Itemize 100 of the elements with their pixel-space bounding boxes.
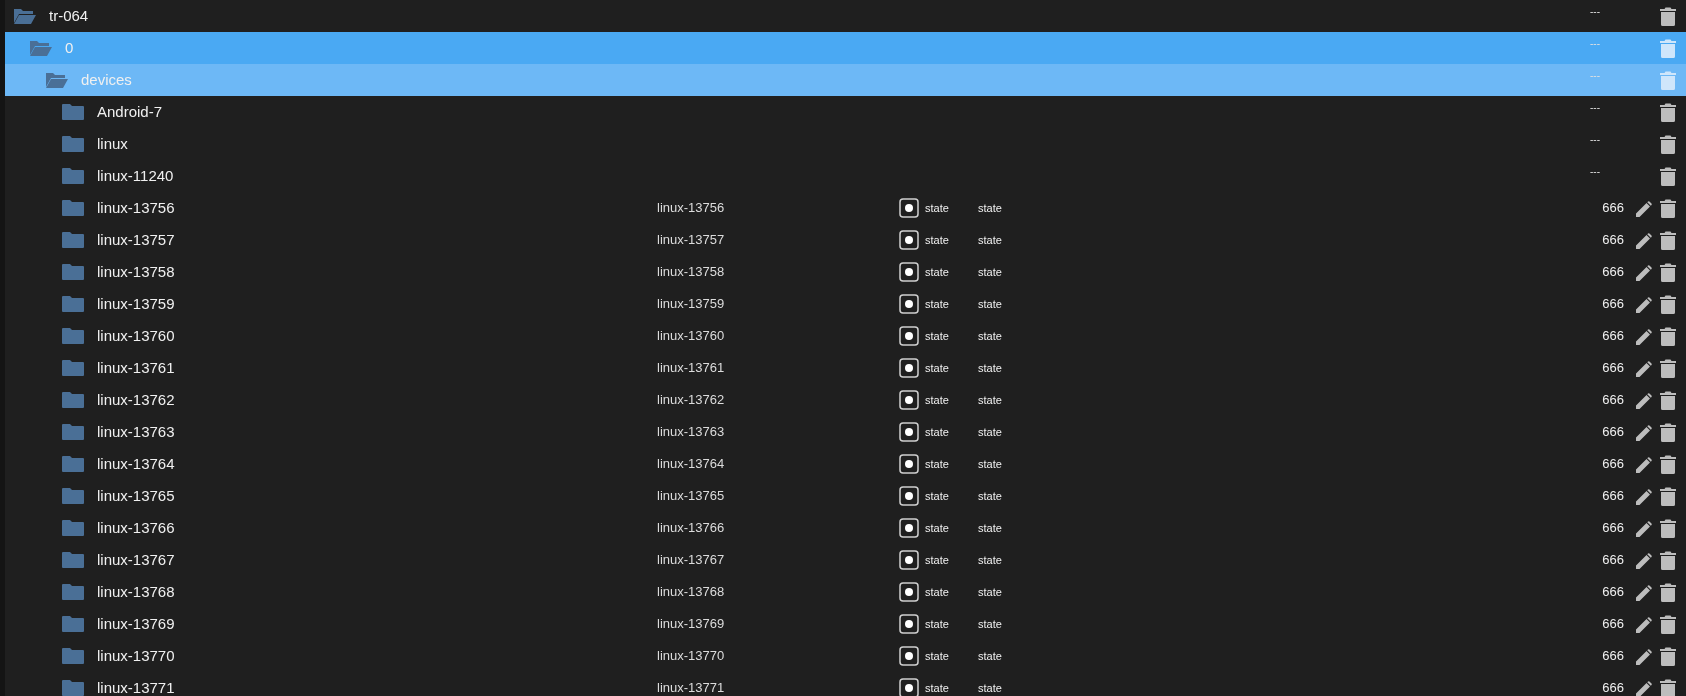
delete-icon[interactable] (1660, 326, 1676, 346)
object-role: state (978, 232, 1002, 248)
edit-icon[interactable] (1636, 647, 1654, 665)
object-name: linux-13767 (657, 551, 726, 570)
object-id: 0 (65, 37, 74, 58)
delete-icon[interactable] (1660, 358, 1676, 378)
delete-icon[interactable] (1660, 230, 1676, 250)
edit-icon[interactable] (1636, 487, 1654, 505)
object-type: state (925, 296, 950, 312)
object-name: linux-13756 (657, 199, 726, 218)
object-id: linux-13765 (97, 485, 175, 506)
delete-icon[interactable] (1660, 550, 1676, 570)
object-type: state (925, 424, 950, 440)
delete-icon[interactable] (1660, 262, 1676, 282)
delete-icon[interactable] (1660, 454, 1676, 474)
empty-value: --- (1590, 164, 1600, 179)
object-type: state (925, 456, 950, 472)
state-type-icon (899, 550, 919, 570)
object-type: state (925, 552, 950, 568)
object-type: state (925, 680, 950, 696)
object-name: linux-13765 (657, 487, 726, 506)
object-role: state (978, 296, 1002, 312)
object-type: state (925, 232, 950, 248)
object-role: state (978, 200, 1002, 216)
object-id: linux-13756 (97, 197, 175, 218)
object-role: state (978, 360, 1002, 376)
object-role: state (978, 680, 1002, 696)
object-name: linux-13766 (657, 519, 726, 538)
state-type-icon (899, 294, 919, 314)
object-value: 666 (1602, 519, 1624, 538)
object-value: 666 (1602, 263, 1624, 282)
delete-icon[interactable] (1660, 582, 1676, 602)
edit-icon[interactable] (1636, 199, 1654, 217)
object-id: linux-13757 (97, 229, 175, 250)
edit-icon[interactable] (1636, 615, 1654, 633)
edit-icon[interactable] (1636, 295, 1654, 313)
object-id: linux-13761 (97, 357, 175, 378)
state-type-icon (899, 262, 919, 282)
object-id: tr-064 (49, 5, 89, 26)
object-value: 666 (1602, 647, 1624, 666)
object-name: linux-13762 (657, 391, 726, 410)
edit-icon[interactable] (1636, 231, 1654, 249)
object-id: linux-13767 (97, 549, 175, 570)
state-type-icon (899, 646, 919, 666)
delete-icon[interactable] (1660, 390, 1676, 410)
state-type-icon (899, 422, 919, 442)
object-type: state (925, 328, 950, 344)
delete-icon[interactable] (1660, 6, 1676, 26)
delete-icon[interactable] (1660, 294, 1676, 314)
object-type: state (925, 392, 950, 408)
delete-icon[interactable] (1660, 614, 1676, 634)
delete-icon[interactable] (1660, 166, 1676, 186)
edit-icon[interactable] (1636, 423, 1654, 441)
object-name: linux-13768 (657, 583, 726, 602)
delete-icon[interactable] (1660, 134, 1676, 154)
object-role: state (978, 520, 1002, 536)
object-value: 666 (1602, 391, 1624, 410)
edit-icon[interactable] (1636, 327, 1654, 345)
object-value: 666 (1602, 295, 1624, 314)
state-type-icon (899, 198, 919, 218)
edit-icon[interactable] (1636, 391, 1654, 409)
edit-icon[interactable] (1636, 263, 1654, 281)
state-type-icon (899, 486, 919, 506)
object-name: linux-13769 (657, 615, 726, 634)
delete-icon[interactable] (1660, 646, 1676, 666)
delete-icon[interactable] (1660, 486, 1676, 506)
edit-icon[interactable] (1636, 583, 1654, 601)
object-role: state (978, 392, 1002, 408)
object-name: linux-13758 (657, 263, 726, 282)
object-id: linux-13770 (97, 645, 175, 666)
object-value: 666 (1602, 583, 1624, 602)
object-id: linux-13760 (97, 325, 175, 346)
state-type-icon (899, 614, 919, 634)
object-value: 666 (1602, 487, 1624, 506)
delete-icon[interactable] (1660, 422, 1676, 442)
object-type: state (925, 264, 950, 280)
edit-icon[interactable] (1636, 455, 1654, 473)
delete-icon[interactable] (1660, 678, 1676, 696)
delete-icon[interactable] (1660, 518, 1676, 538)
object-role: state (978, 456, 1002, 472)
state-type-icon (899, 358, 919, 378)
object-id: linux (97, 133, 128, 154)
object-name: linux-13757 (657, 231, 726, 250)
object-id: linux-13768 (97, 581, 175, 602)
object-id: linux-13769 (97, 613, 175, 634)
object-type: state (925, 584, 950, 600)
object-name: linux-13771 (657, 679, 726, 696)
delete-icon[interactable] (1660, 102, 1676, 122)
edit-icon[interactable] (1636, 679, 1654, 696)
edit-icon[interactable] (1636, 519, 1654, 537)
object-value: 666 (1602, 679, 1624, 696)
edit-icon[interactable] (1636, 359, 1654, 377)
object-value: 666 (1602, 231, 1624, 250)
object-id: Android-7 (97, 101, 163, 122)
object-name: linux-13761 (657, 359, 726, 378)
object-name: linux-13764 (657, 455, 726, 474)
state-type-icon (899, 230, 919, 250)
object-role: state (978, 424, 1002, 440)
edit-icon[interactable] (1636, 551, 1654, 569)
delete-icon[interactable] (1660, 198, 1676, 218)
